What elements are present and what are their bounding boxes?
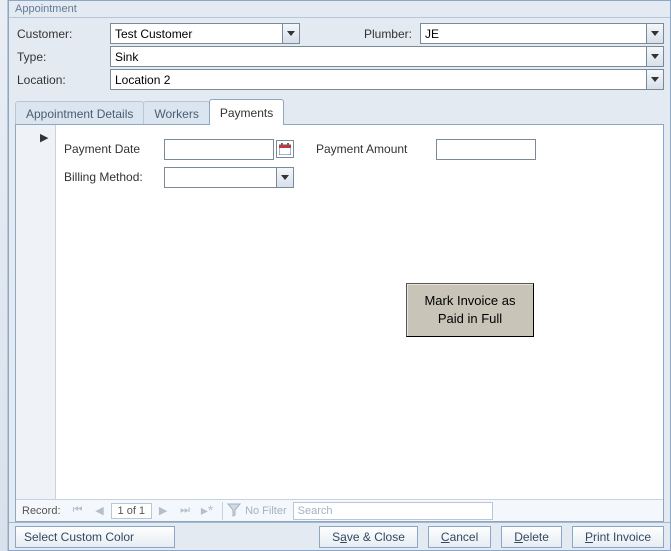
label-location: Location: xyxy=(15,73,110,87)
label-customer: Customer: xyxy=(15,27,110,41)
chevron-down-icon[interactable] xyxy=(282,24,299,43)
location-combo[interactable]: Location 2 xyxy=(110,69,664,90)
print-invoice-button[interactable]: Print Invoice xyxy=(572,526,664,548)
plumber-value: JE xyxy=(421,27,646,41)
payment-date-input[interactable] xyxy=(164,139,274,160)
nav-new-icon[interactable]: ▸* xyxy=(196,501,218,521)
nav-last-icon[interactable]: ⏭ xyxy=(174,501,196,521)
bottom-button-bar: Select Custom Color Save & Close Cancel … xyxy=(9,522,670,550)
record-selector[interactable]: ▶ xyxy=(16,125,56,499)
type-value: Sink xyxy=(111,50,646,64)
location-value: Location 2 xyxy=(111,73,646,87)
tab-appointment-details[interactable]: Appointment Details xyxy=(15,101,144,125)
label-type: Type: xyxy=(15,50,110,64)
label-plumber: Plumber: xyxy=(340,27,420,41)
customer-combo[interactable]: Test Customer xyxy=(110,23,300,44)
print-ul: P xyxy=(585,530,593,544)
tab-payments[interactable]: Payments xyxy=(209,99,284,125)
row-customer-plumber: Customer: Test Customer Plumber: JE xyxy=(15,22,664,45)
select-custom-color-button[interactable]: Select Custom Color xyxy=(15,526,175,548)
payment-amount-input[interactable] xyxy=(436,139,536,160)
type-combo[interactable]: Sink xyxy=(110,46,664,67)
nav-first-icon[interactable]: ⏮ xyxy=(67,501,89,521)
billing-method-combo[interactable] xyxy=(164,167,294,188)
calendar-icon[interactable] xyxy=(276,140,294,158)
cancel-button[interactable]: Cancel xyxy=(428,526,491,548)
mark-invoice-paid-button[interactable]: Mark Invoice as Paid in Full xyxy=(406,283,534,337)
filter-text: No Filter xyxy=(245,504,287,516)
payments-panel: ▶ Payment Date Payment Amount Billing Me… xyxy=(16,125,663,499)
nav-prev-icon[interactable]: ◀ xyxy=(89,501,111,521)
row-payment-fields: Payment Date Payment Amount xyxy=(64,135,649,163)
customer-value: Test Customer xyxy=(111,27,282,41)
delete-suf: elete xyxy=(523,530,549,544)
chevron-down-icon[interactable] xyxy=(276,168,293,187)
chevron-down-icon[interactable] xyxy=(646,70,663,89)
outer-scrollbar[interactable] xyxy=(0,0,8,551)
record-caret-icon: ▶ xyxy=(40,131,48,144)
nav-separator xyxy=(222,502,223,520)
delete-ul: D xyxy=(514,530,523,544)
save-close-button[interactable]: Save & Close xyxy=(319,526,418,548)
filter-indicator[interactable]: No Filter xyxy=(227,503,287,519)
record-counter[interactable]: 1 of 1 xyxy=(111,503,153,519)
chevron-down-icon[interactable] xyxy=(646,24,663,43)
tabstrip: Appointment Details Workers Payments xyxy=(15,99,664,125)
form-area: Customer: Test Customer Plumber: JE Type… xyxy=(9,18,670,97)
save-suf: ve & Close xyxy=(347,530,405,544)
label-billing-method: Billing Method: xyxy=(64,170,164,184)
label-payment-amount: Payment Amount xyxy=(316,142,436,156)
record-nav-label: Record: xyxy=(16,505,67,517)
record-search-input[interactable] xyxy=(293,502,493,520)
nav-next-icon[interactable]: ▶ xyxy=(152,501,174,521)
appointment-window: Appointment Customer: Test Customer Plum… xyxy=(8,0,671,551)
row-type: Type: Sink xyxy=(15,45,664,68)
label-payment-date: Payment Date xyxy=(64,142,164,156)
window-title: Appointment xyxy=(9,1,670,18)
cancel-ul: C xyxy=(441,530,450,544)
print-suf: rint Invoice xyxy=(593,530,651,544)
row-billing-method: Billing Method: xyxy=(64,163,649,191)
record-nav: Record: ⏮ ◀ 1 of 1 ▶ ⏭ ▸* No Filter xyxy=(16,499,663,521)
cancel-suf: ancel xyxy=(450,530,479,544)
save-ul: a xyxy=(340,530,347,544)
funnel-icon xyxy=(227,503,243,519)
delete-button[interactable]: Delete xyxy=(501,526,562,548)
plumber-combo[interactable]: JE xyxy=(420,23,664,44)
save-pre: S xyxy=(332,530,340,544)
tab-workers[interactable]: Workers xyxy=(143,101,209,125)
tab-body: ▶ Payment Date Payment Amount Billing Me… xyxy=(15,124,664,522)
row-location: Location: Location 2 xyxy=(15,68,664,91)
chevron-down-icon[interactable] xyxy=(646,47,663,66)
